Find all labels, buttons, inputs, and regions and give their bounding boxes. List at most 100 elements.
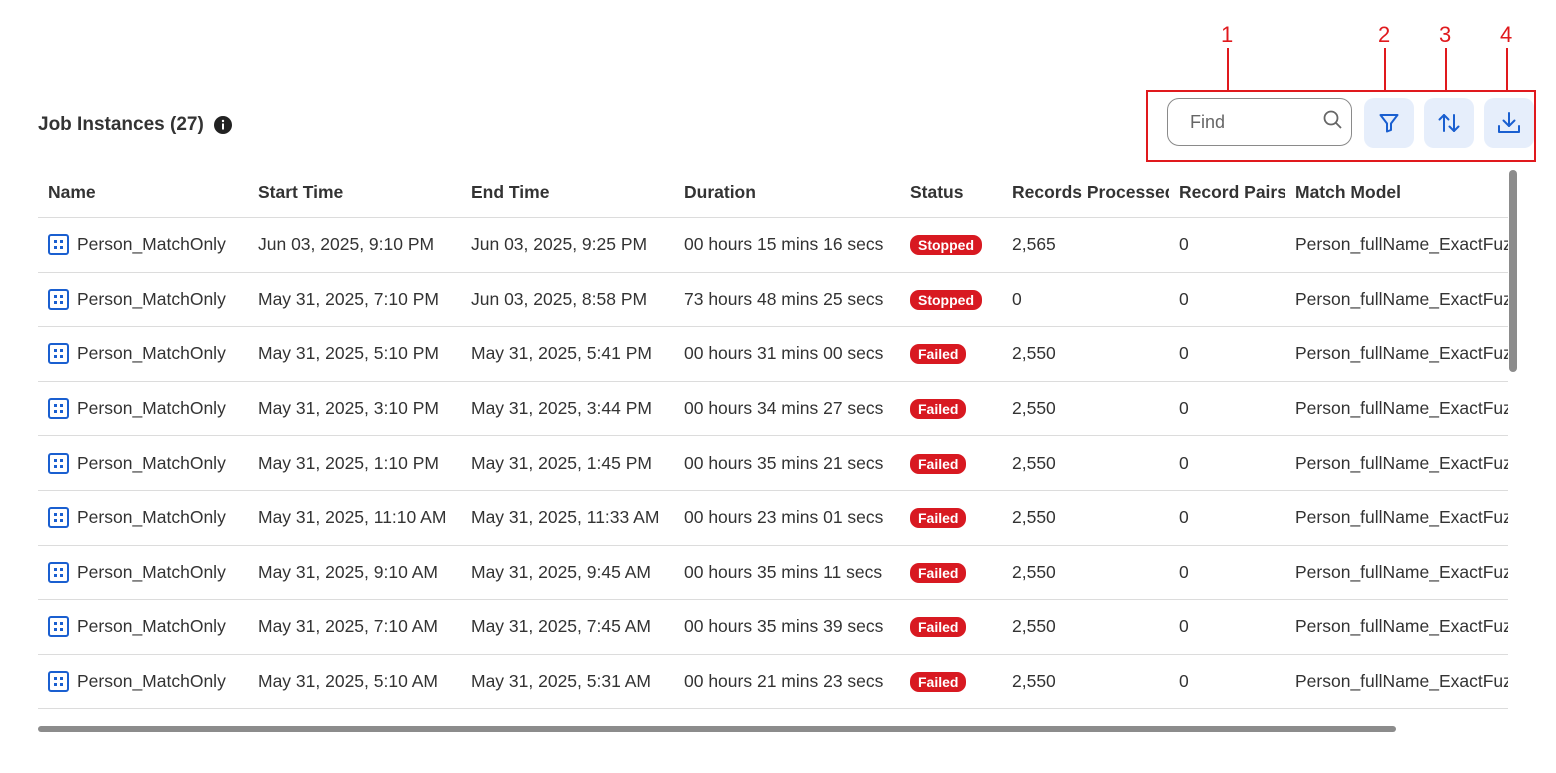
annotation-3-line <box>1445 48 1447 90</box>
job-name[interactable]: Person_MatchOnly <box>77 616 226 637</box>
cell-record-pairs: 0 <box>1169 654 1285 710</box>
table-row[interactable]: Person_MatchOnly Jun 03, 2025, 9:10 PM J… <box>38 217 1508 273</box>
search-box[interactable] <box>1167 98 1352 146</box>
cell-records-processed: 2,550 <box>1002 490 1169 546</box>
table-row[interactable]: Person_MatchOnly May 31, 2025, 7:10 AM M… <box>38 599 1508 655</box>
column-header-end-time[interactable]: End Time <box>461 168 674 218</box>
filter-icon <box>1379 114 1399 133</box>
cell-record-pairs: 0 <box>1169 381 1285 437</box>
cell-records-processed: 0 <box>1002 272 1169 328</box>
status-badge: Failed <box>910 672 967 693</box>
cell-name: Person_MatchOnly <box>38 654 248 710</box>
cell-match-model: Person_fullName_ExactFuzzy <box>1285 599 1508 655</box>
name-cell-content: Person_MatchOnly <box>48 288 248 310</box>
cell-duration: 00 hours 31 mins 00 secs <box>674 326 900 382</box>
info-icon[interactable] <box>213 116 232 134</box>
cell-status: Failed <box>900 545 1002 601</box>
annotation-1-line <box>1227 48 1229 90</box>
download-icon <box>1498 112 1520 133</box>
annotation-1: 1 <box>1221 22 1234 47</box>
cell-records-processed: 2,550 <box>1002 381 1169 437</box>
search-icon[interactable] <box>1322 109 1344 136</box>
job-name[interactable]: Person_MatchOnly <box>77 343 226 364</box>
cell-end-time: May 31, 2025, 3:44 PM <box>461 381 674 437</box>
table-row[interactable]: Person_MatchOnly May 31, 2025, 11:10 AM … <box>38 490 1508 546</box>
job-name[interactable]: Person_MatchOnly <box>77 507 226 528</box>
column-header-name[interactable]: Name <box>38 168 248 218</box>
cell-match-model: Person_fullName_ExactFuzzy <box>1285 435 1508 491</box>
cell-status: Failed <box>900 435 1002 491</box>
table-row[interactable]: Person_MatchOnly May 31, 2025, 9:10 AM M… <box>38 545 1508 601</box>
annotation-4-line <box>1506 48 1508 90</box>
horizontal-scrollbar[interactable] <box>38 726 1396 732</box>
cell-record-pairs: 0 <box>1169 435 1285 491</box>
page-title-group: Job Instances (27) <box>38 114 232 136</box>
job-grid-icon <box>48 561 69 583</box>
table-row[interactable]: Person_MatchOnly May 31, 2025, 5:10 PM M… <box>38 326 1508 382</box>
cell-end-time: Jun 03, 2025, 9:25 PM <box>461 217 674 273</box>
download-button[interactable] <box>1484 98 1534 148</box>
table-row[interactable]: Person_MatchOnly May 31, 2025, 3:10 PM M… <box>38 381 1508 437</box>
sort-button[interactable] <box>1424 98 1474 148</box>
table-header-row: Name Start Time End Time Duration Status… <box>38 168 1508 218</box>
table-row[interactable]: Person_MatchOnly May 31, 2025, 1:10 PM M… <box>38 435 1508 491</box>
cell-end-time: May 31, 2025, 5:31 AM <box>461 654 674 710</box>
cell-status: Failed <box>900 599 1002 655</box>
name-cell-content: Person_MatchOnly <box>48 671 248 693</box>
cell-record-pairs: 0 <box>1169 599 1285 655</box>
cell-end-time: May 31, 2025, 11:33 AM <box>461 490 674 546</box>
job-name[interactable]: Person_MatchOnly <box>77 398 226 419</box>
cell-name: Person_MatchOnly <box>38 381 248 437</box>
cell-end-time: May 31, 2025, 1:45 PM <box>461 435 674 491</box>
cell-records-processed: 2,550 <box>1002 545 1169 601</box>
name-cell-content: Person_MatchOnly <box>48 507 248 529</box>
table-row[interactable]: Person_MatchOnly May 31, 2025, 7:10 PM J… <box>38 272 1508 328</box>
job-name[interactable]: Person_MatchOnly <box>77 453 226 474</box>
column-header-record-pairs[interactable]: Record Pairs <box>1169 168 1285 218</box>
job-name[interactable]: Person_MatchOnly <box>77 562 226 583</box>
job-grid-icon <box>48 507 69 529</box>
cell-record-pairs: 0 <box>1169 545 1285 601</box>
cell-start-time: May 31, 2025, 11:10 AM <box>248 490 461 546</box>
cell-start-time: May 31, 2025, 1:10 PM <box>248 435 461 491</box>
cell-duration: 73 hours 48 mins 25 secs <box>674 272 900 328</box>
column-header-records-processed[interactable]: Records Processed <box>1002 168 1169 218</box>
cell-duration: 00 hours 35 mins 11 secs <box>674 545 900 601</box>
cell-record-pairs: 0 <box>1169 217 1285 273</box>
cell-match-model: Person_fullName_ExactFuzzy <box>1285 272 1508 328</box>
cell-duration: 00 hours 35 mins 39 secs <box>674 599 900 655</box>
job-name[interactable]: Person_MatchOnly <box>77 234 226 255</box>
annotation-2: 2 <box>1378 22 1391 47</box>
search-input[interactable] <box>1188 110 1322 134</box>
column-header-match-model[interactable]: Match Model <box>1285 168 1508 218</box>
sort-icon <box>1438 114 1460 132</box>
cell-status: Stopped <box>900 272 1002 328</box>
page-title: Job Instances (27) <box>38 114 204 135</box>
vertical-scrollbar[interactable] <box>1509 170 1517 372</box>
column-header-start-time[interactable]: Start Time <box>248 168 461 218</box>
status-badge: Failed <box>910 344 967 365</box>
cell-name: Person_MatchOnly <box>38 326 248 382</box>
column-header-duration[interactable]: Duration <box>674 168 900 218</box>
cell-status: Failed <box>900 326 1002 382</box>
annotation-4: 4 <box>1500 22 1513 47</box>
filter-button[interactable] <box>1364 98 1414 148</box>
cell-name: Person_MatchOnly <box>38 545 248 601</box>
job-grid-icon <box>48 288 69 310</box>
job-name[interactable]: Person_MatchOnly <box>77 671 226 692</box>
name-cell-content: Person_MatchOnly <box>48 616 248 638</box>
cell-duration: 00 hours 21 mins 23 secs <box>674 654 900 710</box>
cell-end-time: May 31, 2025, 5:41 PM <box>461 326 674 382</box>
table-row[interactable]: Person_MatchOnly May 31, 2025, 5:10 AM M… <box>38 654 1508 710</box>
cell-name: Person_MatchOnly <box>38 490 248 546</box>
name-cell-content: Person_MatchOnly <box>48 561 248 583</box>
cell-duration: 00 hours 23 mins 01 secs <box>674 490 900 546</box>
cell-match-model: Person_fullName_ExactFuzzy <box>1285 545 1508 601</box>
job-name[interactable]: Person_MatchOnly <box>77 289 226 310</box>
annotation-2-line <box>1384 48 1386 90</box>
column-header-status[interactable]: Status <box>900 168 1002 218</box>
cell-name: Person_MatchOnly <box>38 217 248 273</box>
job-grid-icon <box>48 671 69 693</box>
status-badge: Failed <box>910 453 967 474</box>
name-cell-content: Person_MatchOnly <box>48 343 248 365</box>
